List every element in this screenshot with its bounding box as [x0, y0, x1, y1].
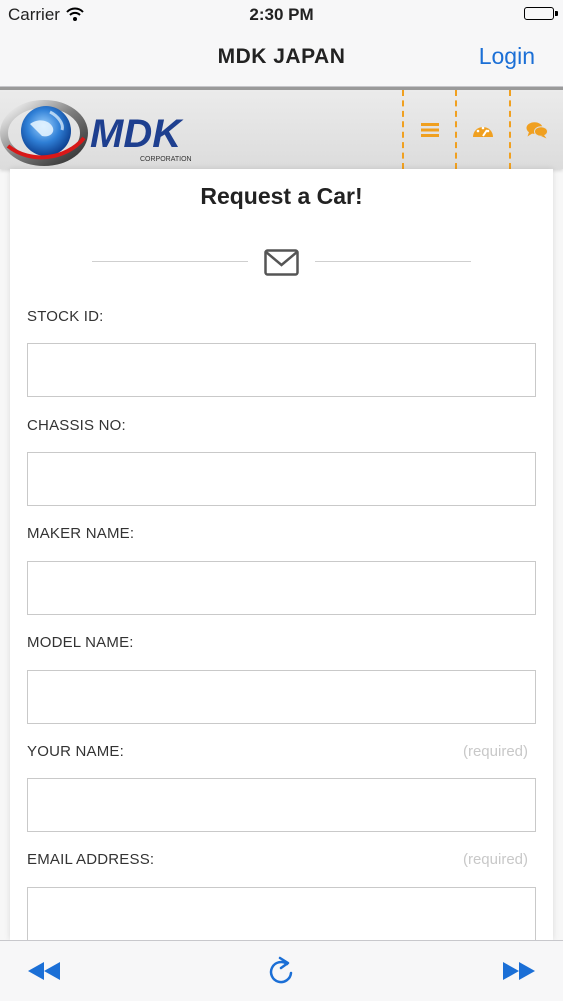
model-name-label: MODEL NAME: — [27, 634, 134, 651]
login-button[interactable]: Login — [479, 43, 535, 70]
dashboard-button[interactable] — [455, 90, 508, 169]
reload-icon — [269, 956, 293, 984]
envelope-icon — [264, 249, 299, 281]
divider-left — [92, 261, 248, 262]
chassis-no-input[interactable] — [27, 452, 536, 506]
maker-name-input[interactable] — [27, 561, 536, 615]
site-header: MDK CORPORATION — [0, 87, 563, 169]
email-address-input[interactable] — [27, 887, 536, 941]
menu-button[interactable] — [402, 90, 455, 169]
menu-icon — [420, 122, 439, 137]
model-name-input[interactable] — [27, 670, 536, 724]
fast-forward-icon — [503, 962, 535, 980]
your-name-label: YOUR NAME: — [27, 743, 125, 760]
your-name-required-note: (required) — [462, 743, 528, 760]
your-name-input[interactable] — [27, 778, 536, 832]
chat-button[interactable] — [509, 90, 562, 169]
navigation-bar: MDK JAPAN Login — [0, 28, 563, 87]
bottom-toolbar — [0, 940, 563, 1001]
email-address-label: EMAIL ADDRESS: — [27, 851, 155, 868]
chassis-no-label: CHASSIS NO: — [27, 417, 126, 434]
rewind-icon — [28, 962, 60, 980]
stock-id-input[interactable] — [27, 343, 536, 397]
forward-button[interactable] — [499, 955, 539, 987]
stock-id-label: STOCK ID: — [27, 308, 104, 325]
back-button[interactable] — [24, 955, 64, 987]
status-bar: Carrier 2:30 PM — [0, 0, 563, 28]
divider-right — [315, 261, 471, 262]
email-required-note: (required) — [462, 851, 528, 868]
reload-button[interactable] — [261, 955, 301, 987]
chat-icon — [526, 121, 548, 138]
clock: 2:30 PM — [249, 5, 314, 24]
logo-subtitle-text: CORPORATION — [140, 156, 192, 163]
battery-icon — [524, 7, 558, 20]
form-heading: Request a Car! — [200, 183, 363, 209]
logo-brand-text: MDK — [90, 112, 184, 156]
maker-name-label: MAKER NAME: — [27, 525, 135, 542]
mdk-logo[interactable]: MDK CORPORATION — [0, 98, 215, 168]
dashboard-icon — [472, 126, 493, 137]
request-form: Request a Car! STOCK ID: CHASSIS NO: MAK… — [10, 169, 553, 941]
